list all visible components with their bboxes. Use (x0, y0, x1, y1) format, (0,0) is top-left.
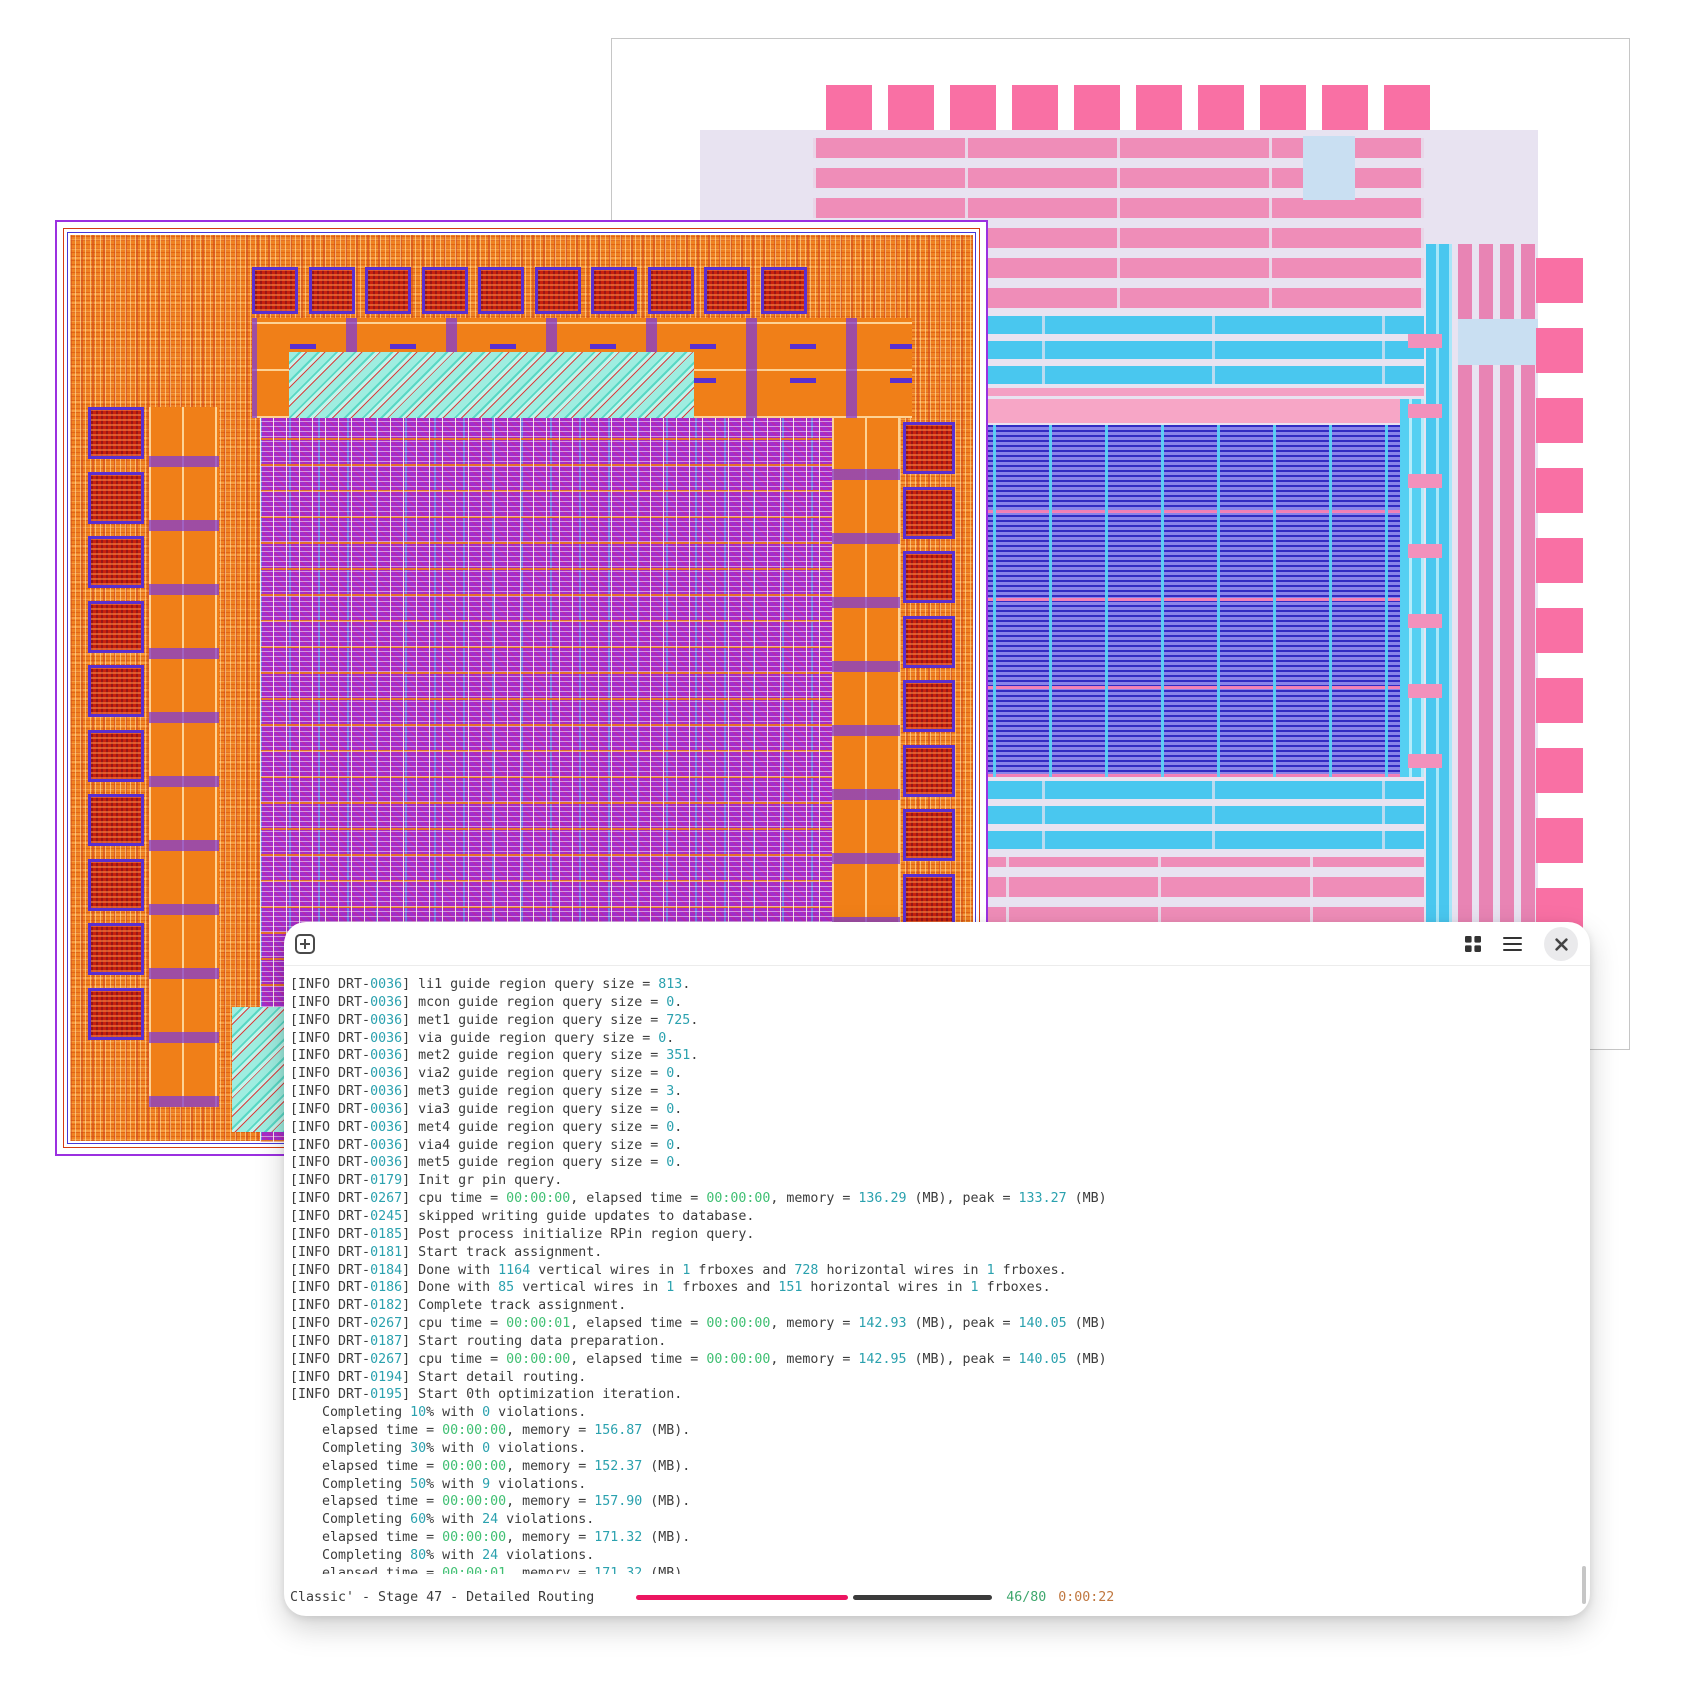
pad (422, 267, 468, 314)
pad (1536, 258, 1583, 303)
pad (1074, 85, 1120, 130)
pad (903, 680, 955, 732)
pad (1536, 468, 1583, 513)
pink-chip-lightblue-patch (1458, 319, 1538, 365)
pad (591, 267, 637, 314)
pad (88, 472, 144, 524)
pad (88, 923, 144, 975)
pad (88, 859, 144, 911)
progress-bar-track (853, 1595, 993, 1600)
pad (1198, 85, 1244, 130)
pad (88, 665, 144, 717)
pad (1322, 85, 1368, 130)
pad (309, 267, 355, 314)
pad (1536, 398, 1583, 443)
expand-icon[interactable] (295, 934, 315, 954)
pad (903, 551, 955, 603)
pad (888, 85, 934, 130)
pad (1536, 538, 1583, 583)
pad (761, 267, 807, 314)
log-output[interactable]: [INFO DRT-0036] li1 guide region query s… (284, 966, 1582, 1574)
pad (88, 536, 144, 588)
grid-view-icon[interactable] (1465, 936, 1481, 952)
pad (88, 407, 144, 459)
pad (478, 267, 524, 314)
progress-count: 46/80 (1006, 1590, 1046, 1605)
log-window: [INFO DRT-0036] li1 guide region query s… (284, 922, 1590, 1616)
pad (903, 745, 955, 797)
close-button[interactable] (1544, 927, 1578, 961)
pad (826, 85, 872, 130)
connector-tab (1408, 474, 1442, 488)
progress-bar (636, 1595, 992, 1600)
pink-chip-right-cyan-strip (1426, 244, 1452, 960)
connector-tab (1408, 754, 1442, 768)
pad (648, 267, 694, 314)
status-bar: Classic' - Stage 47 - Detailed Routing 4… (290, 1588, 1570, 1606)
pad (1536, 328, 1583, 373)
orange-chip-right-io-cells (832, 418, 900, 928)
pad (1536, 748, 1583, 793)
pink-chip-core-right-cyan (1400, 399, 1424, 777)
pad (1536, 818, 1583, 863)
log-scrollbar-thumb[interactable] (1582, 1566, 1586, 1604)
pad (1012, 85, 1058, 130)
pad (950, 85, 996, 130)
pad (903, 874, 955, 926)
progress-bar-fill (636, 1595, 847, 1600)
pad (252, 267, 298, 314)
menu-icon[interactable] (1503, 937, 1522, 952)
pad (1536, 608, 1583, 653)
pad (88, 794, 144, 846)
pad (365, 267, 411, 314)
close-icon (1555, 938, 1568, 951)
pink-chip-lightblue-patch (1303, 136, 1355, 200)
orange-chip-left-io-cells (149, 407, 219, 1107)
pad (704, 267, 750, 314)
pad (903, 422, 955, 474)
progress-elapsed-time: 0:00:22 (1058, 1590, 1114, 1605)
pad (1260, 85, 1306, 130)
pad (535, 267, 581, 314)
connector-tab (1408, 684, 1442, 698)
pad (1384, 85, 1430, 130)
pad (88, 730, 144, 782)
pad (903, 487, 955, 539)
connector-tab (1408, 614, 1442, 628)
pad (903, 809, 955, 861)
pad (1136, 85, 1182, 130)
connector-tab (1408, 334, 1442, 348)
pad (1536, 678, 1583, 723)
pad (88, 988, 144, 1040)
log-window-header (284, 922, 1590, 966)
pad (903, 616, 955, 668)
connector-tab (1408, 404, 1442, 418)
pad (88, 601, 144, 653)
connector-tab (1408, 544, 1442, 558)
stage-label: Classic' - Stage 47 - Detailed Routing (290, 1590, 594, 1605)
